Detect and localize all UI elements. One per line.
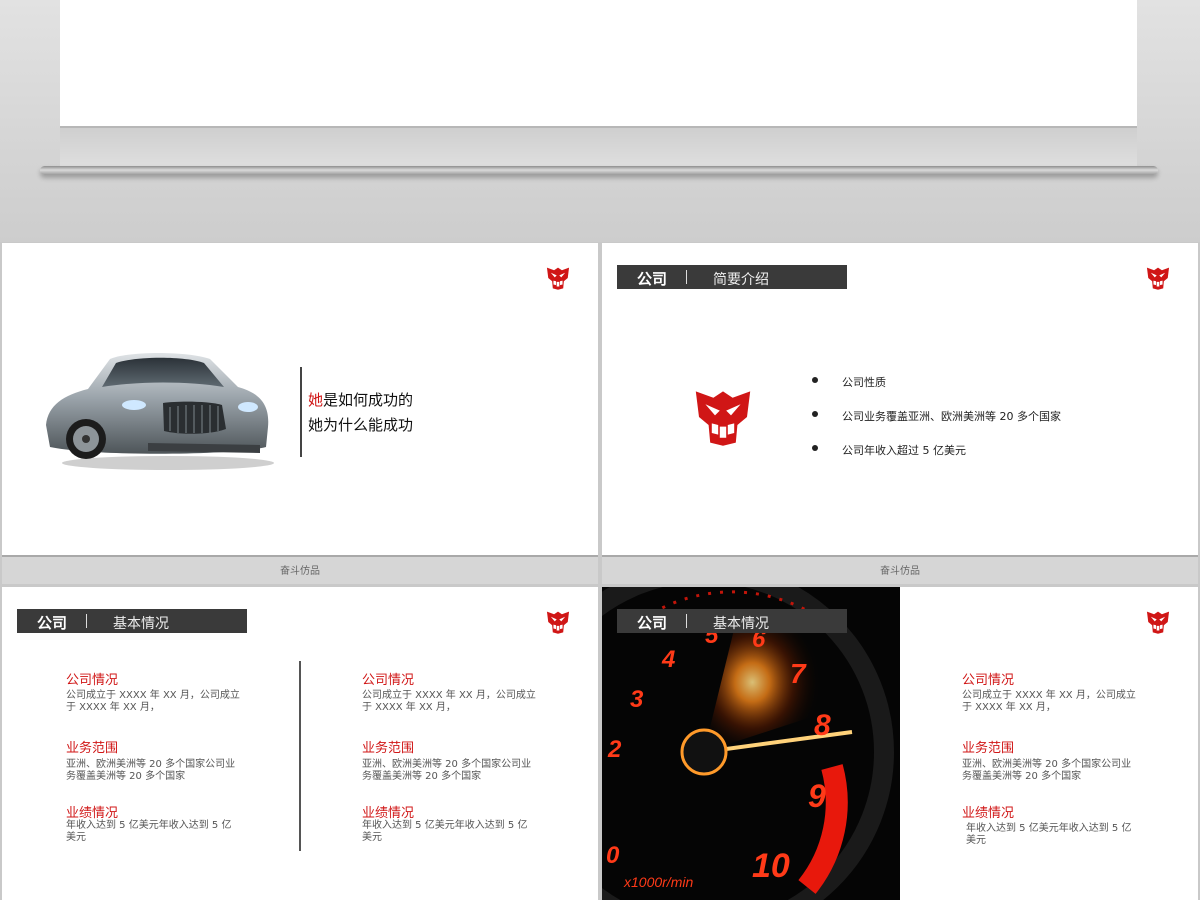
slide2-title: 公司 <box>637 270 668 288</box>
gauge-number: 10 <box>752 847 790 885</box>
info-body-business: 亚洲、欧洲美洲等 20 多个国家公司业务覆盖美洲等 20 多个国家 <box>66 759 236 782</box>
slide4-subtitle: 基本情况 <box>713 616 769 632</box>
gauge-number: 4 <box>661 646 675 673</box>
slide2-title-bar: 公司 简要介绍 <box>617 265 847 289</box>
gauge-unit: x1000r/min <box>623 874 693 890</box>
info-heading-business: 业务范围 <box>362 741 415 756</box>
bullet-text: 公司性质 <box>842 376 886 389</box>
bullet-dot <box>812 377 818 383</box>
gauge-number: 8 <box>814 709 831 742</box>
info-heading-company: 公司情况 <box>66 673 119 688</box>
slide4-title: 公司 <box>637 614 668 632</box>
info-body-business: 亚洲、欧洲美洲等 20 多个国家公司业务覆盖美洲等 20 多个国家 <box>962 759 1132 782</box>
gauge-number: 0 <box>606 842 620 869</box>
info-heading-performance: 业绩情况 <box>362 806 415 821</box>
cover-white-area <box>60 0 1137 126</box>
slide-2[interactable]: 公司 简要介绍 公司性质 公司业务覆盖亚洲、欧洲美洲等 20 多个国家 公司年收… <box>602 243 1198 584</box>
slide3-title-bar: 公司 基本情况 <box>17 609 247 633</box>
vertical-divider <box>300 367 302 457</box>
title-separator <box>86 614 87 628</box>
slide1-heading-line2: 她为什么能成功 <box>308 416 414 434</box>
info-body-performance: 年收入达到 5 亿美元年收入达到 5 亿美元 <box>66 820 232 843</box>
info-heading-business: 业务范围 <box>66 741 119 756</box>
info-heading-performance: 业绩情况 <box>962 806 1015 821</box>
info-body-performance: 年收入达到 5 亿美元年收入达到 5 亿美元 <box>362 820 528 843</box>
slide-footer: 奋斗仿品 <box>602 555 1198 584</box>
cover-slide-preview[interactable] <box>0 0 1200 242</box>
slide-1[interactable]: 她是如何成功的 她为什么能成功 奋斗仿品 <box>2 243 598 584</box>
autobot-logo-icon <box>1145 609 1171 635</box>
autobot-logo-icon <box>1145 265 1171 291</box>
slide2-subtitle: 简要介绍 <box>713 272 769 288</box>
bullet-text: 公司业务覆盖亚洲、欧洲美洲等 20 多个国家 <box>842 410 1061 423</box>
column-divider <box>299 661 301 851</box>
info-heading-company: 公司情况 <box>962 673 1015 688</box>
footer-label: 奋斗仿品 <box>280 566 320 577</box>
gauge-number: 7 <box>790 658 807 689</box>
slide3-title: 公司 <box>37 614 68 632</box>
title-separator <box>686 270 687 284</box>
autobot-logo-large-icon <box>691 385 755 449</box>
gauge-number: 2 <box>607 736 622 763</box>
autobot-logo-icon <box>545 265 571 291</box>
info-body-company: 公司成立于 XXXX 年 XX 月，公司成立于 XXXX 年 XX 月， <box>962 690 1136 713</box>
info-heading-performance: 业绩情况 <box>66 806 119 821</box>
info-body-company: 公司成立于 XXXX 年 XX 月，公司成立于 XXXX 年 XX 月， <box>362 690 536 713</box>
info-body-performance: 年收入达到 5 亿美元年收入达到 5 亿美元 <box>966 823 1132 846</box>
cover-grey-band <box>60 126 1137 166</box>
info-heading-business: 业务范围 <box>962 741 1015 756</box>
bullet-dot <box>812 411 818 417</box>
slide-footer: 奋斗仿品 <box>2 555 598 584</box>
slide-4[interactable]: 2 3 4 5 6 7 8 9 10 0 x1000r/min 公司 基本情况 … <box>602 587 1198 900</box>
slide1-line1-text: 是如何成功的 <box>323 391 414 409</box>
tachometer-image: 2 3 4 5 6 7 8 9 10 0 x1000r/min <box>602 587 900 900</box>
info-body-business: 亚洲、欧洲美洲等 20 多个国家公司业务覆盖美洲等 20 多个国家 <box>362 759 532 782</box>
slide4-title-bar: 公司 基本情况 <box>617 609 847 633</box>
info-body-company: 公司成立于 XXXX 年 XX 月，公司成立于 XXXX 年 XX 月， <box>66 690 240 713</box>
autobot-logo-icon <box>545 609 571 635</box>
gauge-number: 9 <box>808 778 826 814</box>
title-separator <box>686 614 687 628</box>
car-image <box>46 353 274 470</box>
slide1-highlight-char: 她 <box>308 391 324 409</box>
gauge-number: 3 <box>630 686 644 713</box>
footer-label: 奋斗仿品 <box>880 566 920 577</box>
slide1-heading-line1: 她是如何成功的 <box>308 389 413 410</box>
bullet-text: 公司年收入超过 5 亿美元 <box>842 444 966 457</box>
slide-3[interactable]: 公司 基本情况 公司情况 公司成立于 XXXX 年 XX 月，公司成立于 XXX… <box>2 587 598 900</box>
cover-metal-shelf <box>40 166 1158 175</box>
slide3-subtitle: 基本情况 <box>113 616 169 632</box>
info-heading-company: 公司情况 <box>362 673 415 688</box>
bullet-dot <box>812 445 818 451</box>
